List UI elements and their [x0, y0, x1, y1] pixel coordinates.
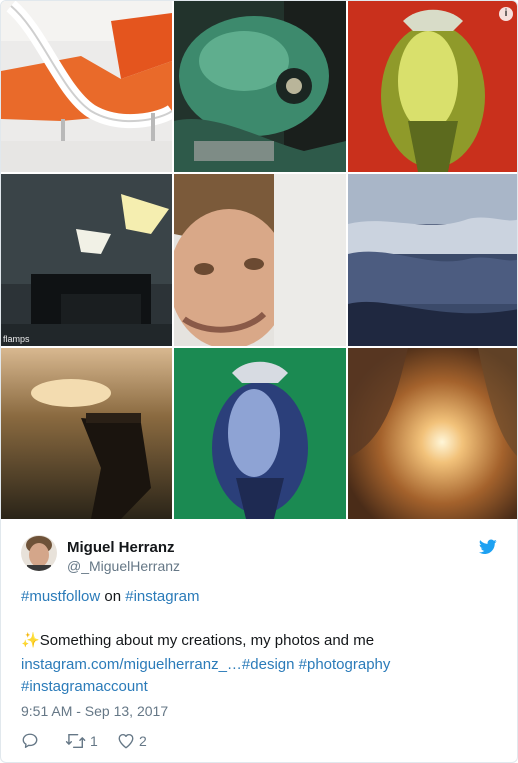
photo-white-chair[interactable]	[1, 1, 172, 172]
heart-icon	[118, 733, 134, 749]
tweet-line-4: #instagramaccount	[21, 676, 148, 698]
photo-portrait[interactable]	[174, 174, 346, 346]
like-count: 2	[139, 733, 147, 749]
tweet-line-2: ✨Something about my creations, my photos…	[21, 630, 374, 652]
photo-lamp-green[interactable]	[174, 348, 346, 519]
photo-grid: i flamps	[1, 1, 517, 519]
photo-sea-waves[interactable]	[348, 174, 517, 346]
hashtag-design[interactable]: #design	[242, 656, 295, 673]
sparkles-emoji-icon: ✨	[21, 632, 40, 649]
photo-green-scooter[interactable]	[174, 1, 346, 172]
photo-sunset-sea[interactable]	[1, 348, 172, 519]
tweet-text-on: on	[100, 588, 126, 605]
hashtag-mustfollow[interactable]: #mustfollow	[21, 588, 100, 605]
tweet-line-1: #mustfollow on #instagram	[21, 586, 199, 608]
hashtag-instagram[interactable]: #instagram	[125, 588, 199, 605]
instagram-link[interactable]: instagram.com/miguelherranz_…	[21, 656, 242, 673]
tweet-card: i flamps Miguel Herranz @_MiguelHerranz …	[0, 0, 518, 763]
photo-sun-burst[interactable]	[348, 348, 517, 519]
reply-button[interactable]	[21, 731, 39, 751]
retweet-button[interactable]: 1	[65, 731, 98, 751]
photo-lamp-red[interactable]: i	[348, 1, 517, 172]
reply-icon	[22, 733, 38, 749]
watermark-text: flamps	[3, 334, 30, 344]
author-handle[interactable]: @_MiguelHerranz	[67, 558, 180, 574]
tweet-body: Miguel Herranz @_MiguelHerranz #mustfoll…	[1, 519, 517, 762]
retweet-icon	[65, 734, 86, 748]
photo-dark-room-lamps[interactable]: flamps	[1, 174, 172, 346]
tweet-line-3: instagram.com/miguelherranz_…#design #ph…	[21, 654, 390, 676]
avatar[interactable]	[21, 535, 57, 571]
author-name[interactable]: Miguel Herranz	[67, 539, 175, 556]
tweet-text-description: Something about my creations, my photos …	[39, 632, 375, 649]
tweet-timestamp[interactable]: 9:51 AM - Sep 13, 2017	[21, 703, 168, 719]
hashtag-instagramaccount[interactable]: #instagramaccount	[21, 678, 148, 695]
info-icon[interactable]: i	[499, 7, 513, 21]
like-button[interactable]: 2	[117, 731, 147, 751]
retweet-count: 1	[90, 733, 98, 749]
twitter-bird-icon[interactable]	[478, 539, 497, 560]
hashtag-photography[interactable]: #photography	[299, 656, 391, 673]
